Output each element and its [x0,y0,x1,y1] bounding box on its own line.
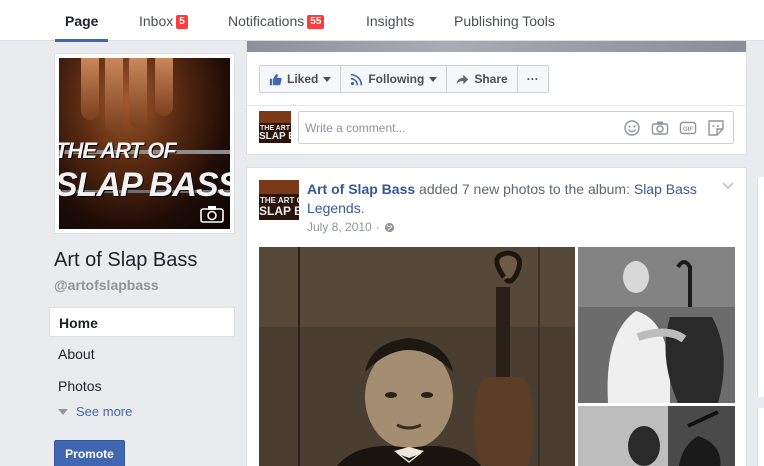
gif-icon[interactable]: GIF [679,119,697,137]
post-meta: July 8, 2010 · [307,220,395,234]
share-label: Share [474,72,508,86]
tab-notifications-label: Notifications [228,13,305,29]
post-action-text: added 7 new photos to the album: [415,181,634,197]
profile-picture[interactable]: THE ART OF SLAP BASS [54,53,235,234]
album-photo-main-image [259,247,575,466]
commenter-avatar: THE ART OF SLAP BA [259,111,291,143]
cover-photo-strip [247,41,746,52]
tab-inbox[interactable]: Inbox 5 [139,0,188,41]
chevron-down-icon[interactable] [722,182,734,190]
comment-box: GIF [298,111,734,144]
liked-label: Liked [287,72,319,86]
following-label: Following [368,72,425,86]
sidebar-item-photos[interactable]: Photos [49,371,235,401]
right-column-card [757,177,764,397]
page-title: Art of Slap Bass [54,249,198,271]
sidebar-item-about[interactable]: About [49,339,235,369]
post-date[interactable]: July 8, 2010 [307,220,372,234]
chevron-down-icon [429,76,438,82]
more-options-icon: ··· [526,72,539,86]
finger-shape [81,58,99,120]
profile-picture-art: THE ART OF SLAP BASS [59,58,230,229]
meta-separator: · [375,220,380,234]
page-action-bar: Liked Following Share ··· [259,65,549,93]
inbox-count-badge: 5 [176,15,188,29]
post-header: Art of Slap Bass added 7 new photos to t… [307,180,697,218]
author-avatar[interactable]: THE ART OF SLAP BAS [259,180,299,220]
tab-page-label: Page [65,13,99,29]
sticker-icon[interactable] [707,119,725,137]
album-suffix: . [360,200,365,216]
chevron-down-icon [323,76,332,82]
tab-notifications[interactable]: Notifications 55 [228,0,325,41]
tab-inbox-label: Inbox [139,13,174,29]
cover-actions-card: Liked Following Share ··· THE ART OF SLA… [246,41,747,155]
sidebar-item-label: Photos [58,378,102,394]
share-button[interactable]: Share [447,66,518,92]
liked-button[interactable]: Liked [260,66,342,92]
chevron-down-icon [58,409,68,415]
camera-icon[interactable] [200,205,224,223]
more-options-button[interactable]: ··· [518,66,548,92]
comment-tools: GIF [623,119,725,137]
see-more-link[interactable]: See more [58,404,132,419]
svg-text:GIF: GIF [683,127,693,133]
right-column-card [757,408,764,466]
tab-publishing-tools-label: Publishing Tools [454,13,555,29]
svg-text:SLAP BA: SLAP BA [259,131,291,142]
notifications-count-badge: 55 [307,15,325,29]
active-tab-indicator [55,39,109,42]
sidebar-item-label: About [58,346,95,362]
finger-shape [105,58,123,132]
album-photo-main[interactable] [259,247,575,466]
thumbs-up-icon [269,73,282,85]
emoji-icon[interactable] [623,119,641,137]
album-photo-3-image [578,406,735,466]
finger-shape [155,58,173,116]
page-username[interactable]: @artofslapbass [54,277,159,293]
promote-button[interactable]: Promote [54,440,125,466]
album-photo-2[interactable] [578,247,735,403]
sidebar-item-home[interactable]: Home [49,307,235,337]
rss-icon [351,73,363,85]
sidebar-item-label: Home [59,315,98,331]
page-tab-bar: Page Inbox 5 Notifications 55 Insights Pub… [0,0,764,42]
see-more-label: See more [76,404,133,419]
logo-line-1: THE ART OF [59,138,177,163]
divider [247,105,746,106]
logo-line-2: SLAP BASS [59,166,230,204]
album-photo-3[interactable] [578,406,735,466]
camera-icon[interactable] [651,119,669,137]
following-button[interactable]: Following [341,66,448,92]
post-author-link[interactable]: Art of Slap Bass [307,181,415,197]
album-photo-2-image [578,247,735,403]
tab-publishing-tools[interactable]: Publishing Tools [454,0,555,41]
comment-input[interactable] [299,112,599,143]
globe-icon[interactable] [384,222,395,233]
tab-page[interactable]: Page [55,0,109,42]
tab-insights[interactable]: Insights [366,0,414,41]
tab-insights-label: Insights [366,13,415,29]
finger-shape [129,58,147,128]
post-card: THE ART OF SLAP BAS Art of Slap Bass add… [246,167,747,466]
share-arrow-icon [457,74,469,84]
svg-text:SLAP BAS: SLAP BAS [259,204,299,218]
